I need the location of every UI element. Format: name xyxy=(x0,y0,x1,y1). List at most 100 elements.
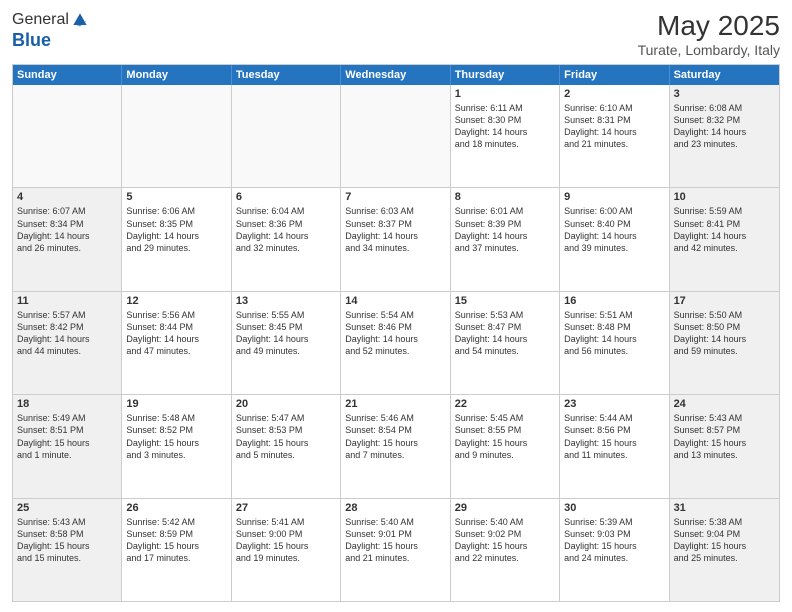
cell-info: Sunrise: 5:59 AM Sunset: 8:41 PM Dayligh… xyxy=(674,205,775,254)
calendar-row-4: 25Sunrise: 5:43 AM Sunset: 8:58 PM Dayli… xyxy=(13,498,779,601)
day-number: 14 xyxy=(345,295,445,307)
cell-info: Sunrise: 5:41 AM Sunset: 9:00 PM Dayligh… xyxy=(236,516,336,565)
calendar-cell-empty-0-1 xyxy=(122,85,231,187)
page: General Blue May 2025 Turate, Lombardy, … xyxy=(0,0,792,612)
cell-info: Sunrise: 5:57 AM Sunset: 8:42 PM Dayligh… xyxy=(17,309,117,358)
day-number: 15 xyxy=(455,295,555,307)
day-number: 13 xyxy=(236,295,336,307)
cell-info: Sunrise: 5:56 AM Sunset: 8:44 PM Dayligh… xyxy=(126,309,226,358)
header: General Blue May 2025 Turate, Lombardy, … xyxy=(12,10,780,58)
calendar-cell-27: 27 Sunrise: 5:41 AM Sunset: 9:00 PM Dayli… xyxy=(232,499,341,601)
logo-general-text: General xyxy=(12,11,69,29)
cell-info: Sunrise: 6:08 AM Sunset: 8:32 PM Dayligh… xyxy=(674,102,775,151)
cell-info: Sunrise: 5:38 AM Sunset: 9:04 PM Dayligh… xyxy=(674,516,775,565)
cell-info: Sunrise: 6:11 AM Sunset: 8:30 PM Dayligh… xyxy=(455,102,555,151)
cell-info: Sunrise: 5:50 AM Sunset: 8:50 PM Dayligh… xyxy=(674,309,775,358)
calendar-cell-31: 31 Sunrise: 5:38 AM Sunset: 9:04 PM Dayli… xyxy=(670,499,779,601)
day-number: 23 xyxy=(564,398,664,410)
calendar-cell-9: 9 Sunrise: 6:00 AM Sunset: 8:40 PM Daylig… xyxy=(560,188,669,290)
day-number: 29 xyxy=(455,502,555,514)
calendar-row-1: 4Sunrise: 6:07 AM Sunset: 8:34 PM Daylig… xyxy=(13,187,779,290)
calendar-cell-3: 3Sunrise: 6:08 AM Sunset: 8:32 PM Daylig… xyxy=(670,85,779,187)
logo-icon xyxy=(70,10,90,30)
cell-info: Sunrise: 5:54 AM Sunset: 8:46 PM Dayligh… xyxy=(345,309,445,358)
logo: General Blue xyxy=(12,10,90,51)
logo-blue-text: Blue xyxy=(12,30,51,50)
day-number: 6 xyxy=(236,191,336,203)
cell-info: Sunrise: 5:44 AM Sunset: 8:56 PM Dayligh… xyxy=(564,412,664,461)
day-number: 27 xyxy=(236,502,336,514)
month-title: May 2025 xyxy=(638,10,780,42)
cell-info: Sunrise: 6:01 AM Sunset: 8:39 PM Dayligh… xyxy=(455,205,555,254)
calendar-cell-14: 14 Sunrise: 5:54 AM Sunset: 8:46 PM Dayli… xyxy=(341,292,450,394)
calendar-cell-12: 12 Sunrise: 5:56 AM Sunset: 8:44 PM Dayli… xyxy=(122,292,231,394)
day-number: 17 xyxy=(674,295,775,307)
calendar-cell-16: 16Sunrise: 5:51 AM Sunset: 8:48 PM Dayli… xyxy=(560,292,669,394)
cell-info: Sunrise: 5:40 AM Sunset: 9:01 PM Dayligh… xyxy=(345,516,445,565)
day-number: 5 xyxy=(126,191,226,203)
weekday-header-sunday: Sunday xyxy=(13,65,122,85)
cell-info: Sunrise: 6:06 AM Sunset: 8:35 PM Dayligh… xyxy=(126,205,226,254)
calendar-cell-19: 19 Sunrise: 5:48 AM Sunset: 8:52 PM Dayli… xyxy=(122,395,231,497)
weekday-header-thursday: Thursday xyxy=(451,65,560,85)
cell-info: Sunrise: 6:04 AM Sunset: 8:36 PM Dayligh… xyxy=(236,205,336,254)
calendar-cell-2: 2 Sunrise: 6:10 AM Sunset: 8:31 PM Daylig… xyxy=(560,85,669,187)
calendar-cell-empty-0-2 xyxy=(232,85,341,187)
day-number: 28 xyxy=(345,502,445,514)
day-number: 19 xyxy=(126,398,226,410)
location-title: Turate, Lombardy, Italy xyxy=(638,42,780,58)
cell-info: Sunrise: 5:49 AM Sunset: 8:51 PM Dayligh… xyxy=(17,412,117,461)
cell-info: Sunrise: 5:53 AM Sunset: 8:47 PM Dayligh… xyxy=(455,309,555,358)
calendar-cell-7: 7Sunrise: 6:03 AM Sunset: 8:37 PM Daylig… xyxy=(341,188,450,290)
day-number: 25 xyxy=(17,502,117,514)
day-number: 21 xyxy=(345,398,445,410)
calendar-cell-empty-0-3 xyxy=(341,85,450,187)
calendar-cell-17: 17 Sunrise: 5:50 AM Sunset: 8:50 PM Dayli… xyxy=(670,292,779,394)
cell-info: Sunrise: 5:55 AM Sunset: 8:45 PM Dayligh… xyxy=(236,309,336,358)
cell-info: Sunrise: 5:39 AM Sunset: 9:03 PM Dayligh… xyxy=(564,516,664,565)
calendar-cell-24: 24Sunrise: 5:43 AM Sunset: 8:57 PM Dayli… xyxy=(670,395,779,497)
calendar-row-0: 1Sunrise: 6:11 AM Sunset: 8:30 PM Daylig… xyxy=(13,85,779,187)
cell-info: Sunrise: 6:00 AM Sunset: 8:40 PM Dayligh… xyxy=(564,205,664,254)
weekday-header-wednesday: Wednesday xyxy=(341,65,450,85)
day-number: 18 xyxy=(17,398,117,410)
day-number: 12 xyxy=(126,295,226,307)
calendar-cell-30: 30Sunrise: 5:39 AM Sunset: 9:03 PM Dayli… xyxy=(560,499,669,601)
calendar-cell-26: 26 Sunrise: 5:42 AM Sunset: 8:59 PM Dayli… xyxy=(122,499,231,601)
calendar-cell-23: 23 Sunrise: 5:44 AM Sunset: 8:56 PM Dayli… xyxy=(560,395,669,497)
calendar-cell-20: 20 Sunrise: 5:47 AM Sunset: 8:53 PM Dayli… xyxy=(232,395,341,497)
calendar-cell-22: 22Sunrise: 5:45 AM Sunset: 8:55 PM Dayli… xyxy=(451,395,560,497)
day-number: 26 xyxy=(126,502,226,514)
calendar-header: SundayMondayTuesdayWednesdayThursdayFrid… xyxy=(13,65,779,85)
calendar-cell-1: 1Sunrise: 6:11 AM Sunset: 8:30 PM Daylig… xyxy=(451,85,560,187)
cell-info: Sunrise: 5:46 AM Sunset: 8:54 PM Dayligh… xyxy=(345,412,445,461)
day-number: 9 xyxy=(564,191,664,203)
calendar-cell-10: 10 Sunrise: 5:59 AM Sunset: 8:41 PM Dayli… xyxy=(670,188,779,290)
cell-info: Sunrise: 5:40 AM Sunset: 9:02 PM Dayligh… xyxy=(455,516,555,565)
weekday-header-friday: Friday xyxy=(560,65,669,85)
calendar-cell-21: 21 Sunrise: 5:46 AM Sunset: 8:54 PM Dayli… xyxy=(341,395,450,497)
weekday-header-saturday: Saturday xyxy=(670,65,779,85)
cell-info: Sunrise: 6:10 AM Sunset: 8:31 PM Dayligh… xyxy=(564,102,664,151)
day-number: 31 xyxy=(674,502,775,514)
cell-info: Sunrise: 5:42 AM Sunset: 8:59 PM Dayligh… xyxy=(126,516,226,565)
day-number: 8 xyxy=(455,191,555,203)
weekday-header-monday: Monday xyxy=(122,65,231,85)
calendar-cell-4: 4Sunrise: 6:07 AM Sunset: 8:34 PM Daylig… xyxy=(13,188,122,290)
calendar-cell-empty-0-0 xyxy=(13,85,122,187)
cell-info: Sunrise: 5:48 AM Sunset: 8:52 PM Dayligh… xyxy=(126,412,226,461)
calendar-cell-29: 29 Sunrise: 5:40 AM Sunset: 9:02 PM Dayli… xyxy=(451,499,560,601)
day-number: 20 xyxy=(236,398,336,410)
calendar-cell-28: 28 Sunrise: 5:40 AM Sunset: 9:01 PM Dayli… xyxy=(341,499,450,601)
cell-info: Sunrise: 5:47 AM Sunset: 8:53 PM Dayligh… xyxy=(236,412,336,461)
title-block: May 2025 Turate, Lombardy, Italy xyxy=(638,10,780,58)
cell-info: Sunrise: 5:43 AM Sunset: 8:57 PM Dayligh… xyxy=(674,412,775,461)
day-number: 2 xyxy=(564,88,664,100)
day-number: 16 xyxy=(564,295,664,307)
calendar-cell-25: 25Sunrise: 5:43 AM Sunset: 8:58 PM Dayli… xyxy=(13,499,122,601)
cell-info: Sunrise: 5:45 AM Sunset: 8:55 PM Dayligh… xyxy=(455,412,555,461)
cell-info: Sunrise: 6:03 AM Sunset: 8:37 PM Dayligh… xyxy=(345,205,445,254)
weekday-header-tuesday: Tuesday xyxy=(232,65,341,85)
calendar-row-2: 11Sunrise: 5:57 AM Sunset: 8:42 PM Dayli… xyxy=(13,291,779,394)
day-number: 10 xyxy=(674,191,775,203)
